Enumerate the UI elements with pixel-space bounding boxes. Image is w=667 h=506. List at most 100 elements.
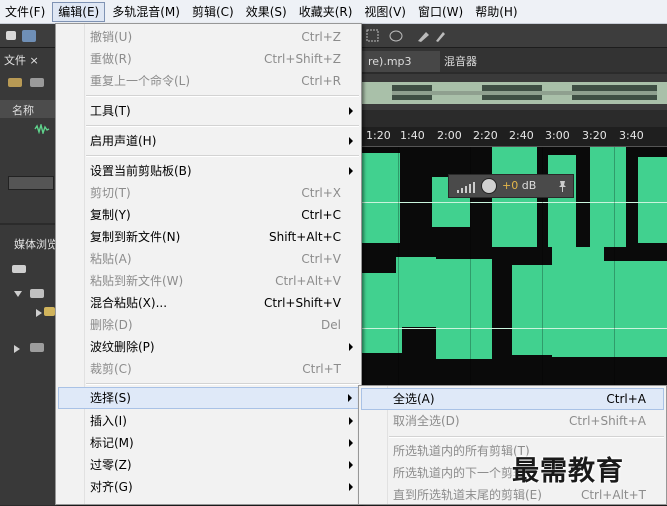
menu-item-zero-crossings[interactable]: 过零(Z) [58,454,359,476]
menu-item-label: 过零(Z) [90,458,132,472]
tab-mixer[interactable]: 混音器 [438,51,483,72]
menu-item-cut[interactable]: 剪切(T) Ctrl+X [58,182,359,204]
menu-item-tools[interactable]: 工具(T) [58,100,359,122]
overview-center-line [392,91,657,95]
waveform-segment [396,257,436,327]
menu-item-enable-channels[interactable]: 启用声道(H) [58,130,359,152]
menu-help[interactable]: 帮助(H) [470,2,522,22]
volume-hud[interactable]: +0 dB [448,174,574,198]
pin-icon[interactable] [558,180,567,192]
menu-item-crop[interactable]: 裁剪(C) Ctrl+T [58,358,359,380]
menu-item-select[interactable]: 选择(S) [58,387,359,409]
timeline-tick-label: 1:20 [366,129,391,142]
waveform-segment [548,155,576,247]
menu-multitrack[interactable]: 多轨混音(M) [107,2,185,22]
computer-icon[interactable] [30,343,44,352]
menu-item-label: 取消全选(D) [393,414,460,428]
menu-item-label: 重复上一个命令(L) [90,74,191,88]
timeline-tick-label: 2:00 [437,129,462,142]
menu-item-set-clipboard[interactable]: 设置当前剪贴板(B) [58,160,359,182]
submenu-arrow-icon [349,107,353,115]
menu-item-redo[interactable]: 重做(R) Ctrl+Shift+Z [58,48,359,70]
menu-item-shortcut: Ctrl+Shift+V [264,296,341,310]
menu-item-ripple-delete[interactable]: 波纹删除(P) [58,336,359,358]
menu-item-shortcut: Ctrl+A [606,392,646,406]
waveform-segment [638,157,667,243]
menu-item-label: 设置当前剪贴板(B) [90,164,192,178]
menu-item-label: 粘贴(A) [90,252,132,266]
menu-item-label: 全选(A) [393,392,435,406]
menu-item-mix-paste[interactable]: 混合粘贴(X)... Ctrl+Shift+V [58,292,359,314]
menu-item-delete[interactable]: 删除(D) Del [58,314,359,336]
menu-favorites[interactable]: 收藏夹(R) [294,2,358,22]
menu-item-insert[interactable]: 插入(I) [58,410,359,432]
waveform-segment [552,247,604,357]
drive-dropdown-icon[interactable] [12,265,26,273]
submenu-arrow-icon [349,137,353,145]
waveform-view-icon[interactable] [22,30,36,42]
menu-effects[interactable]: 效果(S) [241,2,292,22]
menu-item-label: 插入(I) [90,414,127,428]
menu-item-shortcut: Ctrl+X [301,186,341,200]
import-icon[interactable] [30,78,44,87]
timeline-ruler[interactable]: 1:20 1:40 2:00 2:20 2:40 3:00 3:20 3:40 [362,127,667,147]
folder-icon[interactable] [44,307,55,316]
timeline-tick-label: 2:20 [473,129,498,142]
volume-unit: dB [521,179,537,192]
menu-item-paste[interactable]: 粘贴(A) Ctrl+V [58,248,359,270]
menu-item-copy-to-new-file[interactable]: 复制到新文件(N) Shift+Alt+C [58,226,359,248]
menu-item-snapping[interactable]: 对齐(G) [58,476,359,498]
menu-item-paste-to-new-file[interactable]: 粘贴到新文件(W) Ctrl+Alt+V [58,270,359,292]
menu-item-copy[interactable]: 复制(Y) Ctrl+C [58,204,359,226]
waveform-segment [362,153,400,243]
menu-item-marker[interactable]: 标记(M) [58,432,359,454]
menu-item-shortcut: Shift+Alt+C [268,230,341,244]
menu-item-select-all[interactable]: 全选(A) Ctrl+A [361,388,664,410]
tab-editor-file[interactable]: re).mp3 [362,51,440,72]
menu-item-deselect-all[interactable]: 取消全选(D) Ctrl+Shift+A [361,410,664,432]
menu-view[interactable]: 视图(V) [359,2,411,22]
waveform-overview[interactable] [362,74,667,110]
menu-separator [86,155,359,157]
timeline-tick-label: 1:40 [400,129,425,142]
submenu-arrow-icon [349,439,353,447]
files-scrollbar[interactable] [8,176,54,190]
media-browser-tab[interactable]: 媒体浏览 [14,236,58,252]
menu-item-repeat-last-command[interactable]: 重复上一个命令(L) Ctrl+R [58,70,359,92]
tree-collapse-icon[interactable] [14,345,20,353]
menu-window[interactable]: 窗口(W) [413,2,468,22]
grip-icon [6,31,16,40]
menu-item-label: 标记(M) [90,436,134,450]
name-column-label: 名称 [12,104,34,117]
volume-knob[interactable] [481,178,497,194]
submenu-arrow-icon [348,394,352,402]
menu-item-label: 工具(T) [90,104,131,118]
tree-collapse-icon[interactable] [36,309,42,317]
menu-item-label: 删除(D) [90,318,133,332]
menu-item-shortcut: Del [321,318,341,332]
menu-item-label: 裁剪(C) [90,362,132,376]
menu-item-undo[interactable]: 撤销(U) Ctrl+Z [58,26,359,48]
files-panel-tab[interactable]: 文件 × [4,52,39,68]
menu-item-shortcut: Ctrl+Alt+V [275,274,341,288]
level-bars-icon [457,182,475,193]
menu-file[interactable]: 文件(F) [0,2,50,22]
edit-menu-dropdown: 撤销(U) Ctrl+Z 重做(R) Ctrl+Shift+Z 重复上一个命令(… [55,23,362,505]
drive-icon[interactable] [30,289,44,298]
timeline-tick-label: 2:40 [509,129,534,142]
menu-item-label: 选择(S) [90,391,131,405]
tree-expand-icon[interactable] [14,291,22,297]
audio-file-icon[interactable] [34,124,50,134]
menu-item-label: 所选轨道内的下一个剪辑 [393,466,526,480]
menu-item-label: 复制到新文件(N) [90,230,181,244]
menu-clip[interactable]: 剪辑(C) [187,2,239,22]
submenu-arrow-icon [349,343,353,351]
open-folder-icon[interactable] [8,78,22,87]
menu-item-label: 启用声道(H) [90,134,157,148]
submenu-arrow-icon [349,417,353,425]
watermark-logo: 最需教育 [512,456,624,487]
menu-edit[interactable]: 编辑(E) [52,1,106,22]
menu-separator [86,95,359,97]
selection-tools-icon[interactable] [366,29,446,43]
menu-item-shortcut: Ctrl+Shift+Z [264,52,341,66]
